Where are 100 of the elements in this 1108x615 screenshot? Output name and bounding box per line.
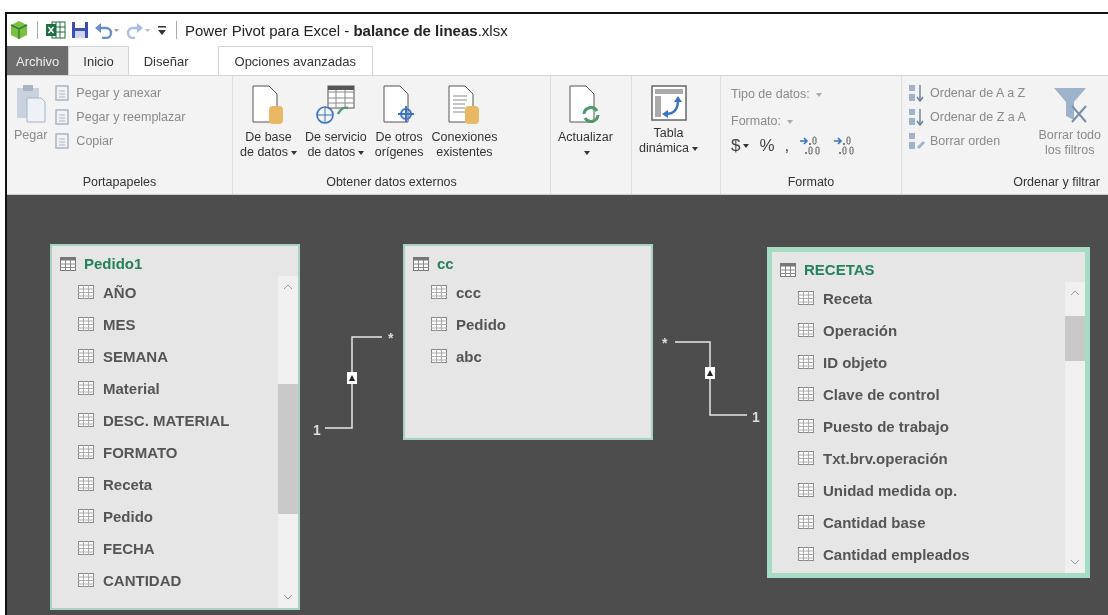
table-icon — [60, 256, 76, 271]
column-item[interactable]: Operación — [798, 314, 1065, 346]
column-item[interactable]: FECHA — [78, 532, 278, 564]
scrollbar[interactable] — [278, 276, 298, 608]
redo-icon[interactable] — [125, 21, 151, 39]
currency-button[interactable]: $ — [731, 136, 750, 156]
column-icon — [78, 285, 94, 299]
column-item[interactable]: Pedido — [431, 308, 651, 340]
column-icon — [78, 381, 94, 395]
clipboard-icon — [14, 84, 47, 124]
column-item[interactable]: ID objeto — [798, 346, 1065, 378]
scroll-thumb[interactable] — [1065, 316, 1085, 361]
column-item[interactable]: Receta — [798, 282, 1065, 314]
table-card[interactable]: Pedido1 AÑO MES SEMANA Material DESC. MATERIAL FORMATO Receta Pedido FECHA CANTIDAD — [50, 244, 300, 610]
database-button[interactable]: De base de datos — [237, 82, 300, 162]
customize-icon[interactable] — [156, 23, 168, 37]
column-icon — [78, 413, 94, 427]
column-icon — [78, 573, 94, 587]
sort-icon — [908, 107, 926, 127]
window-title: Power Pivot para Excel - balance de lineas.xlsx — [185, 21, 508, 39]
column-item[interactable]: Unidad medida op. — [798, 474, 1065, 506]
column-icon — [431, 349, 447, 363]
column-icon — [798, 547, 814, 561]
scroll-up-icon[interactable] — [1069, 288, 1081, 298]
ribbon-tab[interactable]: Opciones avanzadas — [217, 46, 373, 75]
existing-connections-button[interactable]: Conexiones existentes — [428, 82, 501, 162]
scroll-down-icon[interactable] — [282, 592, 294, 602]
group-label: Portapapeles — [81, 174, 158, 191]
table-icon — [413, 256, 429, 271]
column-icon — [798, 387, 814, 401]
percent-button[interactable]: % — [759, 136, 775, 156]
comma-button[interactable]: , — [784, 136, 790, 156]
column-item[interactable]: Pedido — [78, 500, 278, 532]
column-icon — [798, 355, 814, 369]
group-label: Ordenar y filtrar — [1012, 174, 1101, 191]
group-label: Formato — [786, 174, 836, 191]
table-icon — [780, 262, 796, 277]
data-service-button[interactable]: De servicio de datos — [301, 82, 370, 162]
column-item[interactable]: Cantidad empleados — [798, 538, 1065, 570]
save-icon[interactable] — [71, 21, 89, 39]
column-item[interactable]: Clave de control — [798, 378, 1065, 410]
web-table-icon — [315, 84, 356, 126]
column-item[interactable]: abc — [431, 340, 651, 372]
scroll-thumb[interactable] — [278, 384, 298, 514]
ribbon-tab[interactable]: Archivo — [7, 46, 69, 75]
file-node-icon — [382, 84, 417, 126]
table-name: cc — [437, 255, 454, 272]
column-icon — [798, 483, 814, 497]
direction-marker-icon — [347, 372, 357, 384]
group-label: Obtener datos externos — [325, 174, 458, 191]
refresh-button[interactable]: Actualizar — [555, 82, 616, 162]
cardinality-label: 1 — [313, 422, 321, 438]
cardinality-label: * — [662, 335, 668, 351]
column-item[interactable]: Txt.brv.operación — [798, 442, 1065, 474]
column-icon — [798, 515, 814, 529]
scroll-up-icon[interactable] — [282, 282, 294, 292]
table-card[interactable]: RECETAS Receta Operación ID objeto Clave de control Puesto de trabajo Txt.brv.operación Unidad medida op. Cantidad base Cantidad empleados — [767, 247, 1090, 578]
column-item[interactable]: ccc — [431, 276, 651, 308]
column-item[interactable]: FORMATO — [78, 436, 278, 468]
column-item[interactable]: SEMANA — [78, 340, 278, 372]
column-icon — [78, 349, 94, 363]
column-item[interactable]: CANTIDAD — [78, 564, 278, 596]
column-item[interactable]: Receta — [78, 468, 278, 500]
pivot-table-button[interactable]: Tabla dinámica — [636, 82, 702, 158]
sort-icon — [908, 83, 926, 103]
column-icon — [798, 419, 814, 433]
table-card[interactable]: cc ccc Pedido abc — [403, 244, 653, 440]
scroll-down-icon[interactable] — [1069, 557, 1081, 567]
column-icon — [78, 509, 94, 523]
relationship-line[interactable] — [674, 341, 748, 416]
column-icon — [798, 291, 814, 305]
scrollbar[interactable] — [1065, 282, 1085, 573]
direction-marker-icon — [705, 367, 715, 379]
column-icon — [431, 317, 447, 331]
power-pivot-icon — [9, 20, 29, 40]
column-icon — [798, 451, 814, 465]
cardinality-label: * — [388, 330, 394, 346]
column-item[interactable]: Material — [78, 372, 278, 404]
table-name: RECETAS — [804, 261, 875, 278]
column-icon — [78, 541, 94, 555]
column-item[interactable]: AÑO — [78, 276, 278, 308]
column-icon — [431, 285, 447, 299]
column-icon — [78, 317, 94, 331]
document-database-icon — [447, 84, 482, 126]
cardinality-label: 1 — [752, 409, 760, 425]
table-name: Pedido1 — [84, 255, 143, 272]
undo-icon[interactable] — [94, 21, 120, 39]
column-icon — [78, 445, 94, 459]
other-sources-button[interactable]: De otros orígenes — [371, 82, 427, 162]
eraser-icon — [908, 131, 926, 151]
database-file-icon — [251, 84, 286, 126]
spreadsheet-icon[interactable] — [46, 21, 66, 39]
ribbon-tab[interactable]: Inicio — [68, 46, 129, 75]
column-icon — [798, 323, 814, 337]
column-item[interactable]: Puesto de trabajo — [798, 410, 1065, 442]
column-item[interactable]: MES — [78, 308, 278, 340]
pivot-table-icon — [649, 84, 688, 122]
relationship-line[interactable] — [324, 336, 383, 429]
column-item[interactable]: DESC. MATERIAL — [78, 404, 278, 436]
column-item[interactable]: Cantidad base — [798, 506, 1065, 538]
